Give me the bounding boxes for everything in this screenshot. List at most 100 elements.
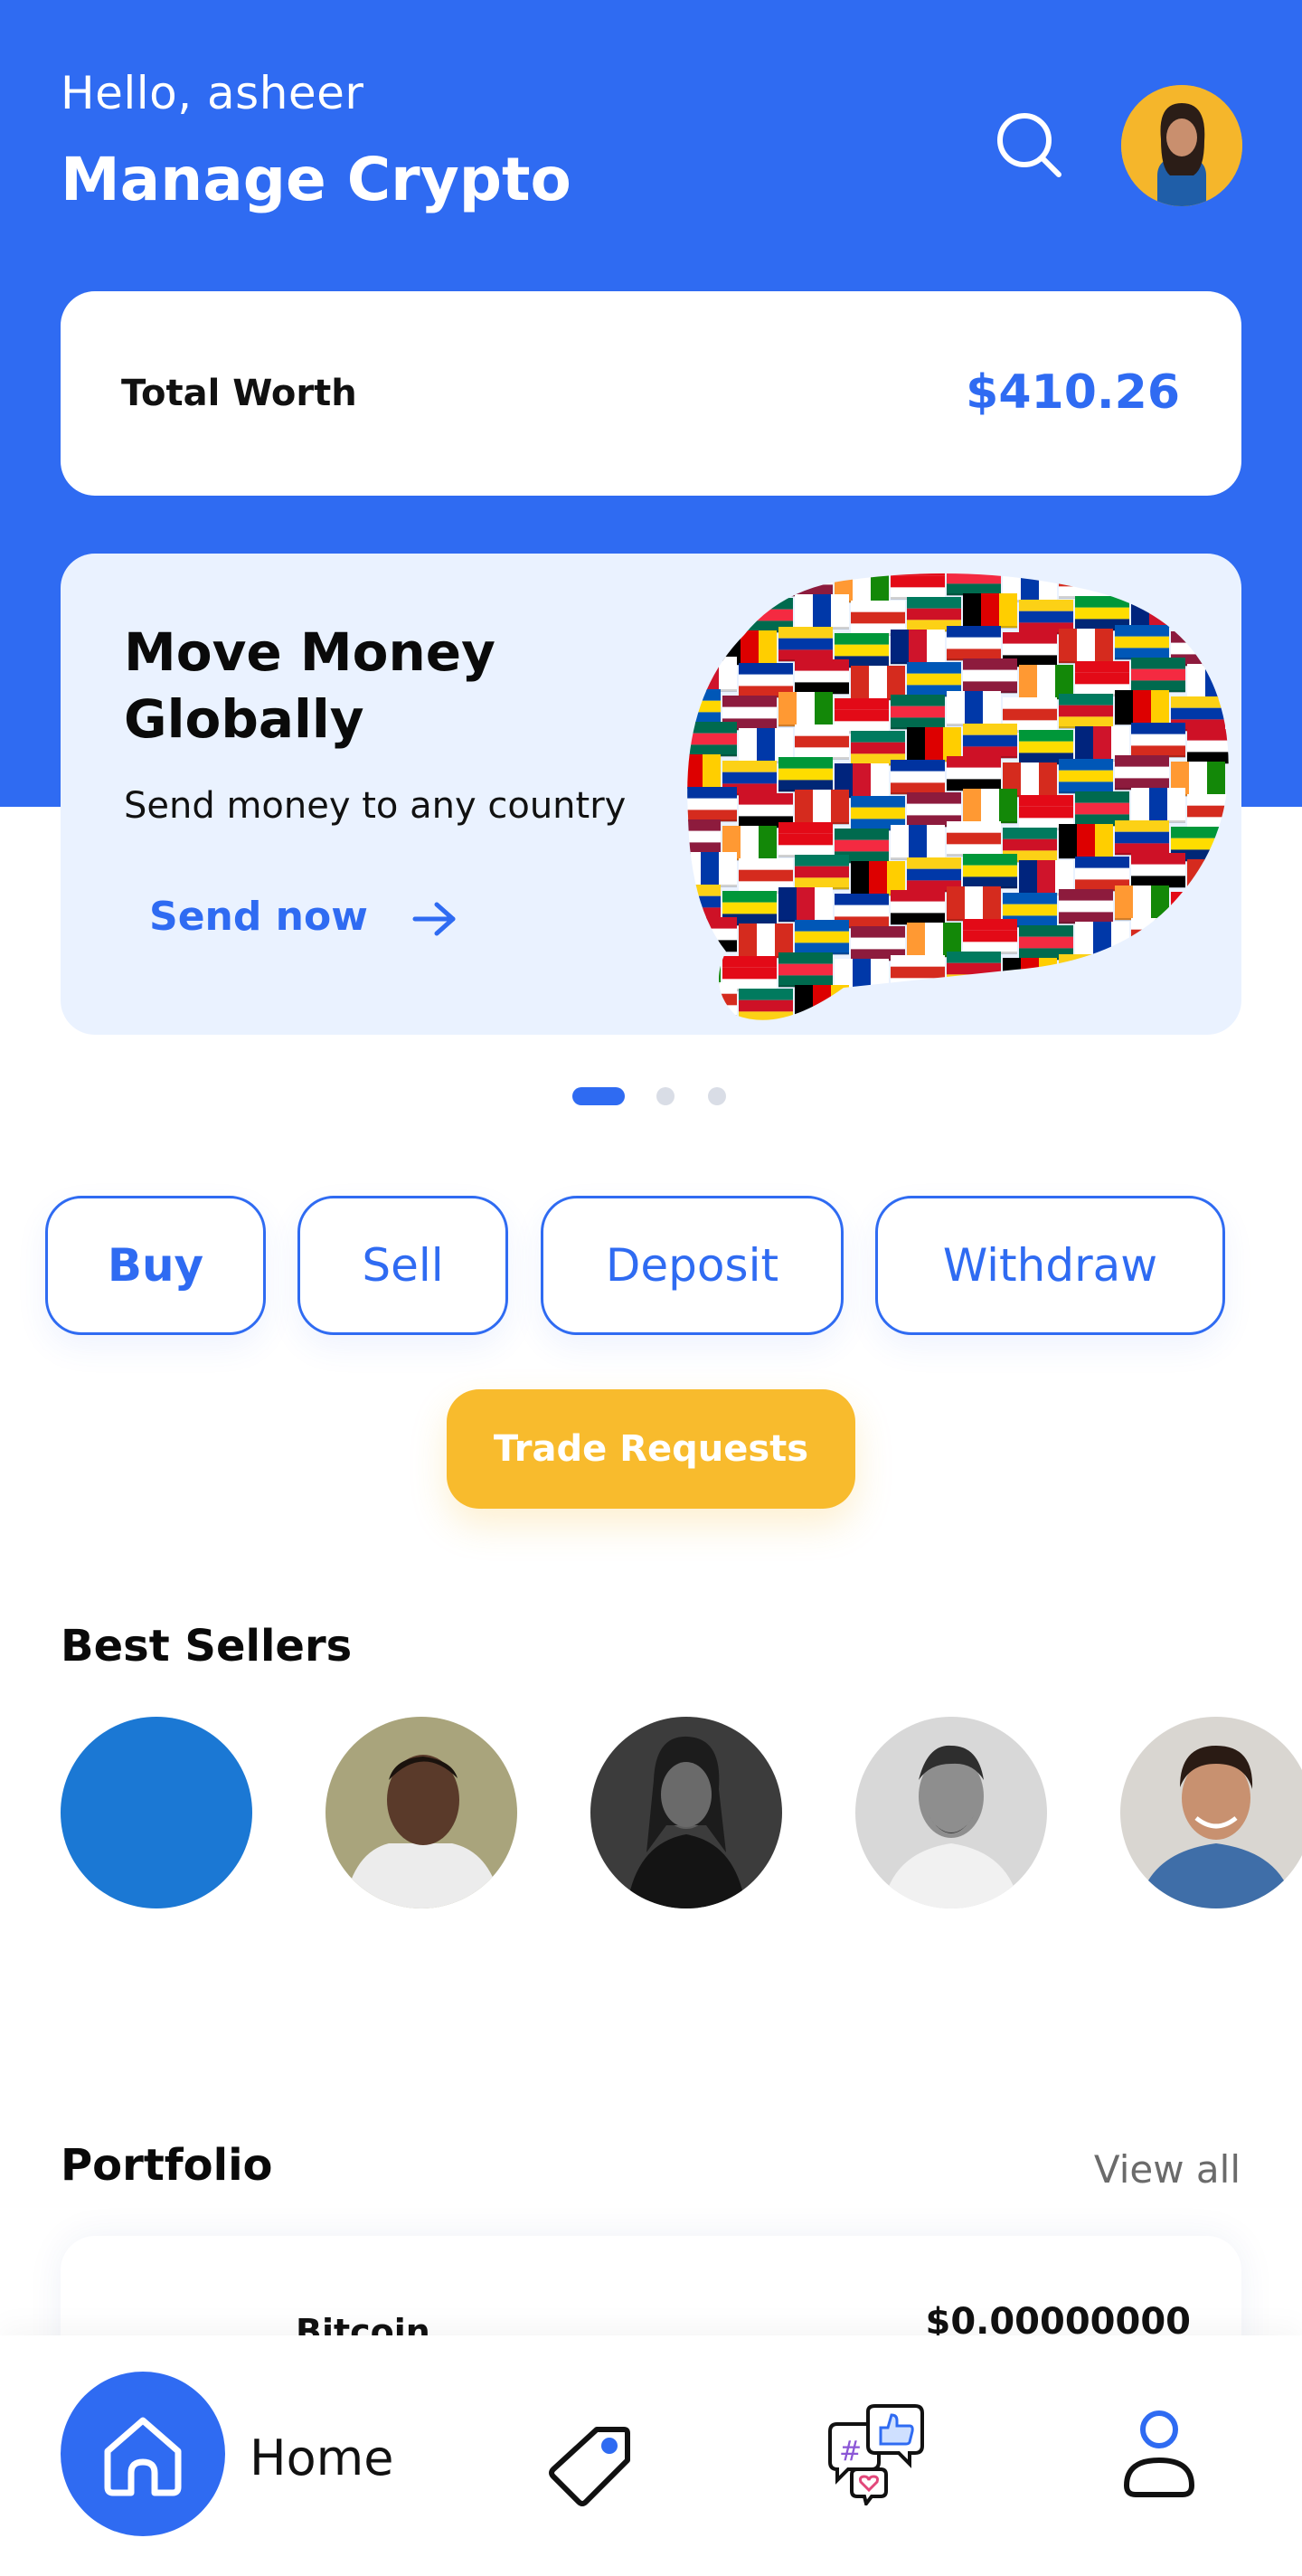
flag-tile bbox=[687, 917, 737, 952]
flag-tile bbox=[795, 659, 849, 695]
send-now-link[interactable]: Send now bbox=[149, 894, 368, 940]
social-chat-icon[interactable]: # bbox=[825, 2404, 926, 2505]
flag-tile bbox=[1171, 957, 1225, 992]
flag-tile bbox=[778, 573, 833, 597]
flag-tile bbox=[1059, 573, 1113, 599]
flag-tile bbox=[963, 724, 1017, 759]
flag-tile bbox=[891, 890, 945, 925]
flag-tile bbox=[963, 658, 1017, 694]
flag-tile bbox=[1187, 924, 1229, 960]
flag-tile bbox=[1131, 853, 1185, 888]
total-worth-card[interactable]: Total Worth $410.26 bbox=[61, 291, 1241, 496]
withdraw-button[interactable]: Withdraw bbox=[875, 1196, 1225, 1335]
flag-tile bbox=[1075, 987, 1129, 1020]
carousel-indicator bbox=[0, 1085, 1302, 1107]
seller-avatar[interactable] bbox=[855, 1717, 1047, 1908]
flag-tile bbox=[795, 985, 849, 1020]
flag-tile bbox=[1075, 922, 1129, 957]
flag-tile bbox=[1131, 658, 1185, 693]
flag-tile bbox=[1131, 983, 1185, 1018]
search-button[interactable] bbox=[995, 110, 1063, 179]
bottom-navigation: Home # bbox=[0, 2335, 1302, 2576]
flag-tile bbox=[1187, 664, 1229, 699]
carousel-dot[interactable] bbox=[708, 1087, 726, 1105]
flag-tile bbox=[947, 626, 1001, 661]
flag-tile bbox=[778, 822, 833, 857]
deposit-button[interactable]: Deposit bbox=[541, 1196, 844, 1335]
flag-tile bbox=[851, 991, 905, 1020]
flag-tile bbox=[947, 691, 1001, 726]
seller-avatar[interactable] bbox=[590, 1717, 782, 1908]
flag-tile bbox=[1059, 954, 1113, 990]
flag-tile bbox=[1019, 990, 1073, 1020]
flag-tile bbox=[1171, 573, 1225, 601]
flag-tile bbox=[739, 989, 793, 1020]
flag-tile bbox=[687, 787, 737, 822]
page-title: Manage Crypto bbox=[61, 145, 571, 214]
flag-tile bbox=[963, 593, 1017, 629]
flag-tile bbox=[947, 756, 1001, 791]
flag-tile bbox=[795, 855, 849, 890]
flag-tile bbox=[891, 695, 945, 730]
flag-tile bbox=[1187, 794, 1229, 829]
flag-tile bbox=[947, 886, 1001, 922]
seller-avatar[interactable] bbox=[61, 1717, 252, 1908]
sell-button[interactable]: Sell bbox=[297, 1196, 508, 1335]
flag-tile bbox=[687, 689, 721, 724]
flag-tile bbox=[1115, 755, 1169, 791]
flag-tile bbox=[687, 982, 737, 1018]
flag-tile bbox=[687, 657, 737, 692]
home-nav-label[interactable]: Home bbox=[250, 2429, 393, 2486]
seller-avatar[interactable] bbox=[326, 1717, 517, 1908]
profile-avatar[interactable] bbox=[1121, 85, 1242, 206]
flag-tile bbox=[907, 988, 961, 1020]
flag-tile bbox=[778, 887, 833, 923]
flag-tile bbox=[963, 789, 1017, 824]
buy-button[interactable]: Buy bbox=[45, 1196, 266, 1335]
flag-tile bbox=[1115, 573, 1169, 595]
promo-subtitle: Send money to any country bbox=[124, 785, 627, 827]
flag-tile bbox=[687, 592, 737, 627]
home-nav-button[interactable] bbox=[61, 2372, 225, 2536]
flag-tile bbox=[891, 825, 945, 860]
portfolio-title: Portfolio bbox=[61, 2140, 273, 2191]
flag-tile bbox=[891, 955, 945, 990]
flag-tile bbox=[947, 573, 1001, 596]
flag-tile bbox=[1115, 690, 1169, 725]
flag-tile bbox=[1131, 788, 1185, 823]
flag-tile bbox=[1131, 723, 1185, 758]
flag-tile bbox=[795, 790, 849, 825]
flag-tile bbox=[891, 630, 945, 665]
seller-avatar[interactable] bbox=[1120, 1717, 1302, 1908]
flag-tile bbox=[778, 692, 833, 727]
flag-tile bbox=[722, 573, 777, 601]
flag-tile bbox=[963, 919, 1017, 954]
promo-title: Move Money Globally bbox=[124, 621, 495, 750]
greeting-text: Hello, asheer bbox=[61, 67, 364, 119]
flag-tile bbox=[1115, 886, 1169, 921]
best-sellers-title: Best Sellers bbox=[61, 1621, 353, 1672]
flag-tile bbox=[1187, 990, 1229, 1020]
home-icon bbox=[104, 2417, 182, 2496]
flag-tile bbox=[687, 819, 721, 855]
user-icon[interactable] bbox=[1121, 2410, 1197, 2500]
trade-requests-button[interactable]: Trade Requests bbox=[447, 1389, 855, 1509]
flag-tile bbox=[778, 952, 833, 988]
arrow-right-icon[interactable] bbox=[410, 899, 460, 939]
flag-tile bbox=[1131, 592, 1185, 628]
search-icon bbox=[997, 113, 1061, 177]
flag-tile bbox=[1115, 625, 1169, 660]
flag-tile bbox=[1187, 729, 1229, 764]
view-all-link[interactable]: View all bbox=[1094, 2147, 1241, 2192]
flag-tile bbox=[1115, 820, 1169, 856]
flag-tile bbox=[687, 885, 721, 920]
carousel-dot-active[interactable] bbox=[572, 1087, 625, 1105]
tag-icon[interactable] bbox=[546, 2422, 633, 2509]
flag-tile bbox=[778, 757, 833, 792]
flag-tile bbox=[947, 952, 1001, 987]
svg-text:#: # bbox=[839, 2436, 862, 2467]
promo-banner[interactable]: Move Money Globally Send money to any co… bbox=[61, 554, 1241, 1035]
carousel-dot[interactable] bbox=[656, 1087, 675, 1105]
flag-tile bbox=[795, 920, 849, 955]
flag-tile bbox=[795, 724, 849, 760]
